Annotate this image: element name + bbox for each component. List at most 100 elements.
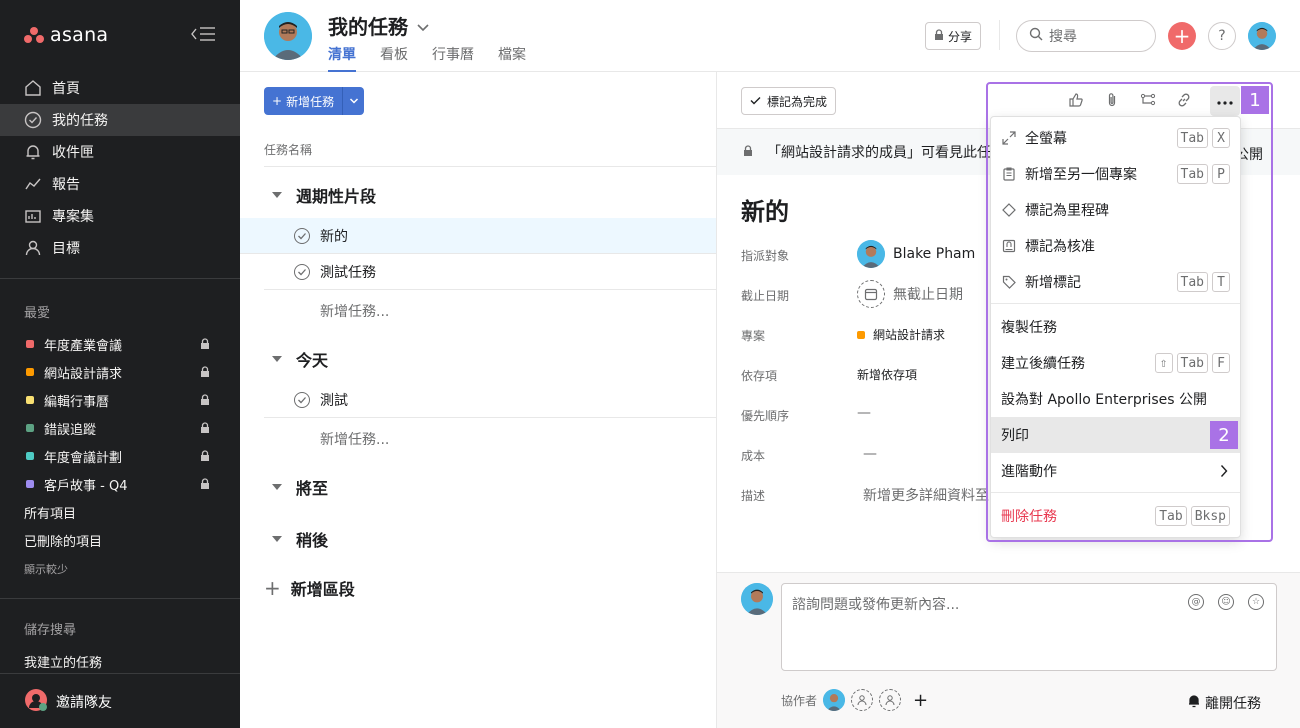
plus-icon[interactable]: + bbox=[913, 690, 928, 711]
complete-checkbox[interactable] bbox=[294, 391, 310, 408]
description-field[interactable]: 新增更多詳細資料至 bbox=[863, 485, 989, 505]
add-section-button[interactable]: + 新增區段 bbox=[264, 576, 355, 600]
table-row[interactable]: 測試 bbox=[264, 382, 716, 418]
invite-label: 邀請隊友 bbox=[56, 695, 112, 711]
user-avatar[interactable] bbox=[1248, 22, 1276, 50]
sidebar-item-label: 專案集 bbox=[52, 209, 94, 225]
tab-calendar[interactable]: 行事曆 bbox=[432, 44, 474, 72]
favorite-project-label: 錯誤追蹤 bbox=[44, 422, 97, 438]
lock-icon bbox=[200, 394, 210, 405]
add-task-row[interactable]: 新增任務... bbox=[320, 429, 389, 449]
priority-field[interactable]: — bbox=[857, 405, 871, 421]
all-projects-link[interactable]: 所有項目 bbox=[24, 503, 76, 522]
tab-list[interactable]: 清單 bbox=[328, 44, 356, 72]
deleted-items-link[interactable]: 已刪除的項目 bbox=[24, 531, 102, 550]
sidebar-item-home[interactable]: 首頁 bbox=[0, 72, 240, 104]
avatar[interactable] bbox=[823, 689, 846, 711]
caret-down-icon[interactable] bbox=[272, 536, 282, 542]
page-title-text: 我的任務 bbox=[328, 15, 408, 39]
sidebar-item-label: 收件匣 bbox=[52, 145, 94, 161]
section-header[interactable]: 將至 bbox=[272, 475, 328, 499]
section-header[interactable]: 今天 bbox=[272, 347, 328, 371]
section-header[interactable]: 稍後 bbox=[272, 527, 328, 551]
plus-icon: + bbox=[1173, 24, 1191, 48]
my-created-tasks-link[interactable]: 我建立的任務 bbox=[24, 652, 102, 671]
sidebar-item-label: 目標 bbox=[52, 241, 80, 257]
project-field[interactable]: 網站設計請求 bbox=[857, 326, 945, 343]
favorite-project[interactable]: 客戶故事 - Q4 bbox=[0, 470, 240, 498]
asana-logo[interactable]: asana bbox=[24, 24, 108, 46]
caret-down-icon[interactable] bbox=[272, 484, 282, 490]
task-title[interactable]: 新的 bbox=[741, 192, 789, 227]
invite-teammates-button[interactable]: 邀請隊友 bbox=[24, 688, 112, 716]
page-title[interactable]: 我的任務 bbox=[328, 11, 430, 40]
comment-placeholder: 諮詢問題或發佈更新內容... bbox=[792, 597, 960, 613]
favorites-label: 最愛 bbox=[24, 306, 51, 321]
due-date-field[interactable]: 無截止日期 bbox=[857, 280, 963, 308]
chevron-down-icon bbox=[416, 14, 430, 38]
bell-icon bbox=[1187, 694, 1201, 712]
add-task-button[interactable]: + 新增任務 bbox=[264, 87, 343, 115]
quick-add-button[interactable]: + bbox=[1168, 22, 1196, 50]
tab-board[interactable]: 看板 bbox=[380, 44, 408, 72]
sidebar-item-portfolios[interactable]: 專案集 bbox=[0, 200, 240, 232]
complete-checkbox[interactable] bbox=[294, 263, 310, 280]
share-button[interactable]: 分享 bbox=[925, 22, 982, 50]
avatar[interactable] bbox=[264, 12, 312, 60]
priority-label: 優先順序 bbox=[741, 409, 790, 423]
portfolio-icon bbox=[24, 207, 42, 225]
add-task-label: 新增任務 bbox=[286, 94, 335, 109]
complete-checkbox[interactable] bbox=[294, 227, 310, 244]
page-header: 我的任務 清單 看板 行事曆 檔案 分享 搜尋 + ? bbox=[240, 0, 1300, 72]
tab-files[interactable]: 檔案 bbox=[498, 44, 526, 72]
show-less-link[interactable]: 顯示較少 bbox=[24, 561, 68, 577]
caret-down-icon[interactable] bbox=[272, 356, 282, 362]
annotation-highlight-box bbox=[986, 82, 1273, 542]
favorite-project[interactable]: 年度會議計劃 bbox=[0, 442, 240, 470]
comment-input[interactable]: 諮詢問題或發佈更新內容... @ ☺ ☆ bbox=[781, 583, 1277, 671]
assignee-field[interactable]: Blake Pham bbox=[857, 240, 975, 268]
add-task-dropdown[interactable] bbox=[342, 87, 365, 115]
sidebar-item-goals[interactable]: 目標 bbox=[0, 232, 240, 264]
emoji-icon[interactable]: ☺ bbox=[1218, 594, 1234, 610]
add-task-row[interactable]: 新增任務... bbox=[320, 301, 389, 321]
favorite-project[interactable]: 網站設計請求 bbox=[0, 358, 240, 386]
mark-complete-button[interactable]: 標記為完成 bbox=[741, 87, 837, 115]
section-title: 週期性片段 bbox=[296, 187, 377, 206]
collaborators-label: 協作者 bbox=[781, 693, 818, 708]
favorite-project-label: 年度產業會議 bbox=[44, 338, 123, 354]
add-collaborator-icon[interactable] bbox=[851, 689, 874, 711]
collaborators-row: 協作者 + bbox=[781, 689, 928, 711]
table-row[interactable]: 新的 bbox=[240, 218, 716, 254]
add-collaborator-icon[interactable] bbox=[879, 689, 902, 711]
favorite-project-label: 年度會議計劃 bbox=[44, 450, 123, 466]
table-row[interactable]: 測試任務 bbox=[264, 254, 716, 290]
favorite-project[interactable]: 年度產業會議 bbox=[0, 330, 240, 358]
calendar-icon bbox=[857, 280, 885, 308]
favorites-list: 年度產業會議 網站設計請求 編輯行事曆 錯誤追蹤 年度會議計劃 客戶故事 - Q… bbox=[0, 330, 240, 498]
favorite-project-label: 編輯行事曆 bbox=[44, 394, 110, 410]
favorite-project[interactable]: 編輯行事曆 bbox=[0, 386, 240, 414]
collapse-sidebar-icon[interactable] bbox=[190, 26, 218, 44]
project-label: 專案 bbox=[741, 329, 766, 343]
section-header[interactable]: 週期性片段 bbox=[272, 183, 376, 207]
sidebar-item-inbox[interactable]: 收件匣 bbox=[0, 136, 240, 168]
dependencies-field[interactable]: 新增依存項 bbox=[857, 366, 917, 383]
sidebar-divider bbox=[0, 278, 240, 279]
lock-icon bbox=[934, 29, 944, 43]
leave-task-button[interactable]: 離開任務 bbox=[1187, 693, 1261, 713]
annotation-badge-1: 1 bbox=[1241, 86, 1269, 114]
sidebar-item-reports[interactable]: 報告 bbox=[0, 168, 240, 200]
help-button[interactable]: ? bbox=[1208, 22, 1236, 50]
search-input[interactable]: 搜尋 bbox=[1016, 20, 1156, 52]
sidebar-item-my-tasks[interactable]: 我的任務 bbox=[0, 104, 240, 136]
caret-down-icon[interactable] bbox=[272, 192, 282, 198]
column-header-task-name[interactable]: 任務名稱 bbox=[264, 141, 312, 158]
project-color-swatch bbox=[26, 368, 34, 376]
favorite-project[interactable]: 錯誤追蹤 bbox=[0, 414, 240, 442]
mention-icon[interactable]: @ bbox=[1188, 594, 1204, 610]
cost-field[interactable]: — bbox=[863, 446, 877, 462]
lock-icon bbox=[200, 366, 210, 377]
assignee-label: 指派對象 bbox=[741, 249, 790, 263]
star-icon[interactable]: ☆ bbox=[1248, 594, 1264, 610]
